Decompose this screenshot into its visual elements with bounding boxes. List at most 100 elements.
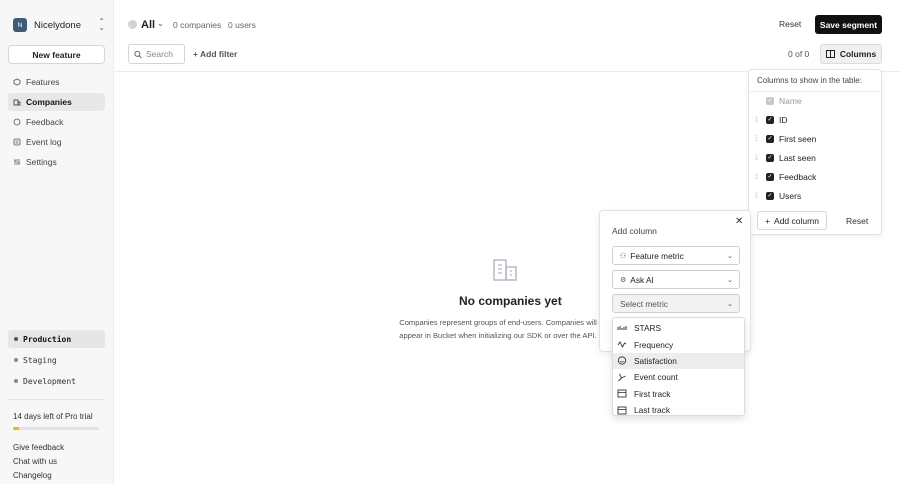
sidebar-item-settings[interactable]: Settings	[8, 153, 105, 171]
select-value: Ask AI	[630, 274, 654, 285]
chevron-down-icon: ⌄	[727, 301, 733, 308]
columns-button[interactable]: Columns	[820, 44, 882, 64]
event-count-icon	[618, 373, 626, 382]
sidebar-item-label: Event log	[26, 137, 62, 147]
new-feature-button[interactable]: New feature	[8, 45, 105, 64]
metric-option-event-count[interactable]: Event count	[613, 369, 744, 385]
drag-handle-icon[interactable]: ⁞⁞	[755, 136, 761, 143]
checkbox[interactable]: ✓	[766, 135, 774, 143]
select-metric-select[interactable]: Select metric ⌄	[612, 294, 740, 313]
plus-icon: +	[193, 49, 201, 59]
reset-segment-button[interactable]: Reset	[779, 19, 801, 29]
add-column-button[interactable]: + Add column	[757, 211, 827, 230]
env-label: Development	[23, 376, 76, 386]
metric-option-first-track[interactable]: First track	[613, 386, 744, 402]
satisfaction-icon	[617, 356, 627, 366]
search-box[interactable]	[128, 44, 185, 64]
divider	[8, 399, 105, 400]
sidebar-item-event-log[interactable]: Event log	[8, 133, 105, 151]
sidebar-item-features[interactable]: Features	[8, 73, 105, 91]
add-filter-label: Add filter	[200, 49, 238, 59]
segment-selector[interactable]: All	[141, 19, 155, 31]
columns-label: Columns	[839, 49, 877, 59]
drag-handle-icon[interactable]: ⁞⁞	[755, 193, 761, 200]
first-track-icon	[617, 389, 627, 398]
sidebar-item-label: Companies	[26, 97, 72, 107]
feature-icon: ⚇	[620, 252, 627, 260]
org-avatar: N	[13, 18, 27, 32]
column-row-feedback[interactable]: ⁞⁞ ✓ Feedback	[755, 170, 875, 184]
ask-ai-select[interactable]: ⚙ Ask AI ⌄	[612, 270, 740, 289]
companies-icon	[13, 99, 21, 106]
empty-state-title: No companies yet	[459, 294, 562, 308]
column-label: Feedback	[779, 172, 817, 182]
chat-with-us-link[interactable]: Chat with us	[13, 457, 64, 471]
metric-dropdown-menu: STARS Frequency Satisfaction Event count…	[612, 317, 745, 416]
companies-count: 0 companies	[173, 20, 222, 30]
add-column-title: Add column	[612, 226, 657, 236]
empty-state-description: Companies represent groups of end-users.…	[398, 317, 598, 342]
trial-progress-bar	[13, 427, 99, 430]
environment-list: Production Staging Development	[8, 330, 105, 393]
env-label: Production	[23, 334, 72, 344]
column-row-users[interactable]: ⁞⁞ ✓ Users	[755, 189, 875, 203]
metric-option-stars[interactable]: STARS	[613, 320, 744, 336]
metric-option-frequency[interactable]: Frequency	[613, 336, 744, 352]
column-row-first-seen[interactable]: ⁞⁞ ✓ First seen	[755, 132, 875, 146]
close-icon[interactable]: ✕	[735, 216, 743, 227]
changelog-link[interactable]: Changelog	[13, 471, 64, 484]
drag-handle-icon[interactable]: ⁞⁞	[755, 155, 761, 162]
page-header: All ⌄ 0 companies 0 users Reset Save seg…	[114, 0, 900, 72]
select-value: Feature metric	[630, 250, 684, 261]
org-switcher[interactable]: N Nicelydone ⌃ ⌄	[13, 18, 105, 32]
sidebar: N Nicelydone ⌃ ⌄ New feature Features Com…	[0, 0, 114, 484]
feature-metric-select[interactable]: ⚇ Feature metric ⌄	[612, 246, 740, 265]
env-item-development[interactable]: Development	[8, 372, 105, 390]
checkbox[interactable]: ✓	[766, 192, 774, 200]
users-count: 0 users	[228, 20, 256, 30]
search-icon	[134, 50, 142, 58]
pagination-status: 0 of 0	[788, 49, 810, 59]
column-row-last-seen[interactable]: ⁞⁞ ✓ Last seen	[755, 151, 875, 165]
add-filter-button[interactable]: + Add filter	[193, 49, 237, 59]
reset-columns-button[interactable]: Reset	[846, 216, 868, 226]
env-label: Staging	[23, 355, 57, 365]
trial-status: 14 days left of Pro trial	[13, 412, 93, 421]
chevron-down-icon[interactable]: ⌄	[157, 19, 164, 28]
metric-option-label: Satisfaction	[634, 355, 677, 366]
metric-option-label: Last track	[634, 405, 670, 416]
drag-handle-icon[interactable]: ⁞⁞	[755, 174, 761, 181]
columns-popover-title: Columns to show in the table:	[757, 76, 862, 85]
chevron-up-down-icon: ⌃ ⌄	[98, 17, 105, 32]
sidebar-item-companies[interactable]: Companies	[8, 93, 105, 111]
columns-icon	[825, 50, 835, 58]
metric-option-satisfaction[interactable]: Satisfaction	[613, 352, 744, 370]
env-dot	[14, 337, 18, 341]
divider	[749, 91, 881, 92]
segment-color-dot	[128, 20, 137, 29]
column-row-name: ⁞⁞ ✓ Name	[755, 94, 875, 108]
checkbox[interactable]: ✓	[766, 173, 774, 181]
last-track-icon	[617, 406, 627, 415]
metric-option-last-track[interactable]: Last track	[613, 402, 744, 418]
feedback-icon	[13, 118, 21, 126]
column-row-id[interactable]: ⁞⁞ ✓ ID	[755, 113, 875, 127]
footer-links: Give feedback Chat with us Changelog	[13, 443, 64, 484]
sidebar-item-feedback[interactable]: Feedback	[8, 113, 105, 131]
empty-desc-line-2: appear in Bucket when initializing our S…	[399, 330, 597, 340]
checkbox[interactable]: ✓	[766, 154, 774, 162]
env-item-production[interactable]: Production	[8, 330, 105, 348]
org-name: Nicelydone	[34, 19, 81, 31]
drag-handle-icon[interactable]: ⁞⁞	[755, 117, 761, 124]
give-feedback-link[interactable]: Give feedback	[13, 443, 64, 457]
checkbox[interactable]: ✓	[766, 116, 774, 124]
columns-popover: Columns to show in the table: ⁞⁞ ✓ Name …	[748, 69, 882, 235]
env-dot	[14, 358, 18, 362]
stars-icon	[617, 326, 627, 331]
companies-empty-icon	[493, 259, 517, 281]
env-item-staging[interactable]: Staging	[8, 351, 105, 369]
ai-icon: ⚙	[620, 276, 627, 284]
save-segment-button[interactable]: Save segment	[815, 15, 882, 34]
search-input[interactable]	[146, 49, 184, 59]
sidebar-item-label: Features	[26, 77, 60, 87]
